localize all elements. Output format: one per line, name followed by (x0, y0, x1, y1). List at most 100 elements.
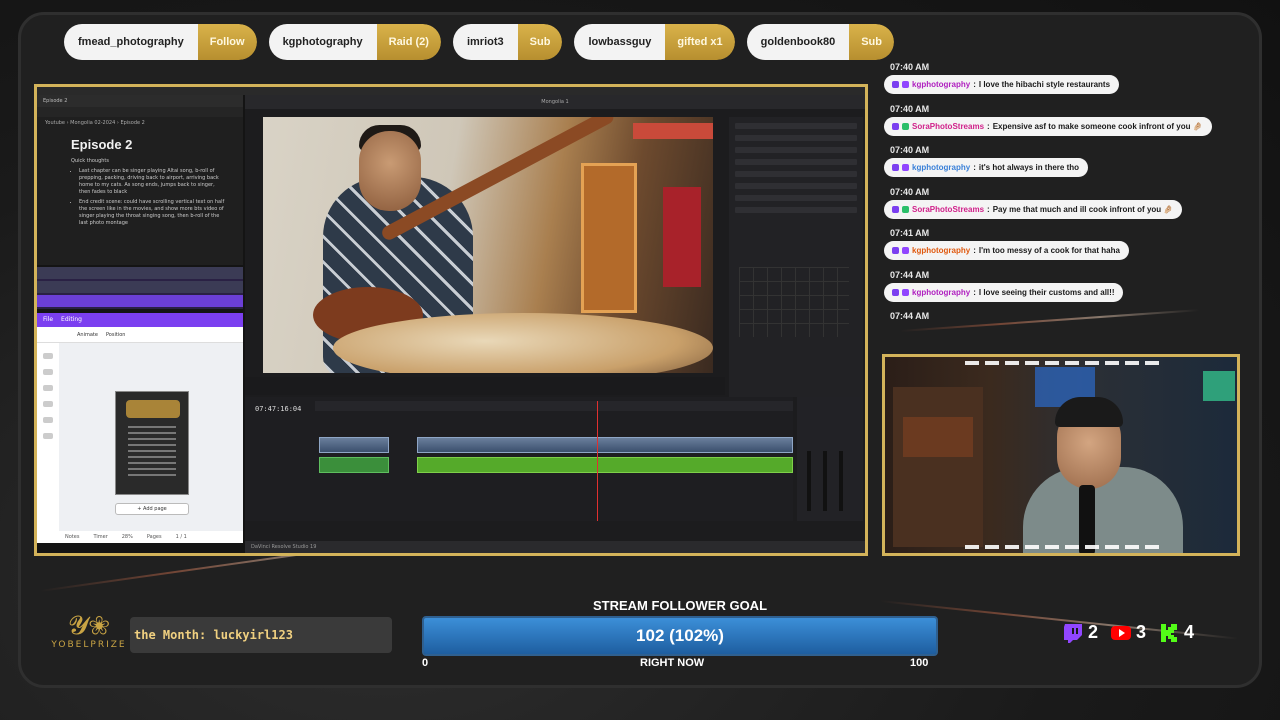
timer-button[interactable]: Timer (93, 534, 107, 540)
alerts-bar: fmead_photography Follow kgphotography R… (64, 24, 894, 60)
alert-user: goldenbook80 (746, 24, 850, 60)
chat-text: Pay me that much and ill cook infront of… (992, 204, 1174, 214)
timeline-ruler[interactable] (315, 401, 793, 411)
eq-graph[interactable] (739, 267, 849, 337)
docs-breadcrumb: Youtube › Mongolia 02-2024 › Episode 2 (45, 120, 145, 126)
twitch-icon (902, 164, 909, 171)
chat-colon: : (987, 204, 990, 214)
alert-kind: Sub (517, 24, 563, 60)
resolve-footer: DaVinci Resolve Studio 19 (245, 541, 865, 553)
kick-icon (1161, 623, 1178, 642)
inspector-row[interactable] (735, 171, 857, 177)
chat-time: 07:40 AM (890, 103, 930, 114)
cam-border-dash (965, 361, 1165, 365)
canva-sidebar (37, 343, 59, 543)
video-viewer[interactable] (263, 117, 713, 373)
notes-button[interactable]: Notes (65, 534, 79, 540)
add-page-button[interactable]: + Add page (115, 503, 189, 515)
os-menubar (37, 87, 865, 95)
chat-message: SoraPhotoStreams : Expensive asf to make… (884, 116, 1212, 136)
alert-kind: Sub (849, 24, 894, 60)
viewer-fridge (663, 187, 701, 287)
kick-count: 4 (1158, 622, 1194, 643)
url-row[interactable] (37, 281, 243, 293)
chat-entry: 07:40 AM kgphotography : I love the hiba… (882, 62, 1242, 104)
video-clip[interactable] (319, 437, 389, 453)
chat-username: SoraPhotoStreams (912, 121, 985, 131)
audio-clip[interactable] (417, 457, 793, 473)
docs-tab[interactable]: Episode 2 (37, 95, 243, 107)
canva-side-item[interactable] (43, 369, 53, 375)
tab-row[interactable] (37, 267, 243, 279)
chat-message: kgphotography : it's hot always in there… (884, 158, 1089, 177)
docs-url-bar[interactable] (37, 107, 243, 117)
inspector-row[interactable] (735, 123, 857, 129)
goal-bar: 102 (102%) (422, 616, 938, 656)
alert-kind: Raid (2) (376, 24, 441, 60)
logo-text: YOBELPRIZE (51, 640, 127, 650)
kick-count-value: 4 (1184, 622, 1195, 642)
chat-time: 07:44 AM (890, 269, 930, 280)
goal-min: 0 (422, 657, 429, 669)
youtube-count: 3 (1110, 622, 1146, 643)
chat-entry: 07:40 AM SoraPhotoStreams : Expensive as… (882, 104, 1242, 146)
canva-animate-button[interactable]: Animate (77, 332, 98, 338)
chat-entry: 07:40 AM kgphotography : it's hot always… (882, 145, 1242, 187)
audio-clip[interactable] (319, 457, 389, 473)
chat-colon: : (973, 80, 976, 89)
resolve-project-title: Mongolia 1 (245, 95, 865, 109)
twitch-icon (902, 247, 909, 254)
zoom-level[interactable]: 28% (122, 534, 133, 540)
canva-editing-menu[interactable]: Editing (61, 316, 82, 324)
pages-button[interactable]: Pages (147, 534, 162, 540)
month-banner: the Month: luckyirl123 (130, 617, 392, 653)
canva-tools: Animate Position (37, 327, 243, 343)
chat-colon: : (987, 121, 990, 131)
chat-entry: 07:44 AM (882, 311, 1242, 353)
inspector-row[interactable] (735, 147, 857, 153)
canva-toolbar-row[interactable] (37, 295, 243, 307)
goal-max: 100 (910, 657, 929, 669)
alert-pill: goldenbook80 Sub (746, 24, 894, 60)
inspector-panel (729, 117, 863, 397)
twitch-count-value: 2 (1088, 622, 1099, 642)
month-banner-text: the Month: luckyirl123 (134, 628, 293, 642)
chat-text: Expensive asf to make someone cook infro… (992, 121, 1203, 131)
chat-username: kgphotography (912, 287, 971, 297)
canva-design-preview[interactable] (115, 391, 189, 495)
transport-controls[interactable] (245, 377, 725, 395)
inspector-row[interactable] (735, 159, 857, 165)
channel-logo: 𝓨❀ YOBELPRIZE (44, 612, 134, 662)
mixer-fader[interactable] (839, 451, 843, 511)
inspector-row[interactable] (735, 135, 857, 141)
timeline[interactable]: 07:47:16:04 (245, 397, 793, 521)
goal-value: 102 (102%) (636, 626, 724, 645)
canva-position-button[interactable]: Position (106, 332, 125, 338)
mixer-fader[interactable] (823, 451, 827, 511)
page-count: 1 / 1 (175, 534, 187, 540)
video-clip[interactable] (417, 437, 793, 453)
audio-mixer (797, 397, 863, 521)
canva-side-item[interactable] (43, 401, 53, 407)
inspector-row[interactable] (735, 207, 857, 213)
doc-intro: Quick thoughts (71, 158, 109, 164)
cam-light (1203, 371, 1235, 401)
badge-icon (892, 247, 899, 254)
canva-file-menu[interactable]: File (43, 316, 53, 324)
inspector-row[interactable] (735, 195, 857, 201)
cam-shelf (893, 387, 983, 547)
inspector-row[interactable] (735, 183, 857, 189)
canva-side-item[interactable] (43, 385, 53, 391)
canva-side-item[interactable] (43, 353, 53, 359)
viewer-head (359, 131, 421, 211)
alert-pill: fmead_photography Follow (64, 24, 257, 60)
docs-window: Episode 2 Youtube › Mongolia 02-2024 › E… (37, 95, 243, 265)
playhead[interactable] (597, 401, 598, 521)
cam-border-dash (965, 545, 1165, 549)
resolve-window: Mongolia 1 07:47:16:04 DaVinci Resolve S… (245, 95, 865, 553)
canva-side-item[interactable] (43, 433, 53, 439)
mixer-fader[interactable] (807, 451, 811, 511)
chat-text: I'm too messy of a cook for that haha (978, 246, 1120, 255)
alert-user: lowbassguy (574, 24, 666, 60)
canva-side-item[interactable] (43, 417, 53, 423)
